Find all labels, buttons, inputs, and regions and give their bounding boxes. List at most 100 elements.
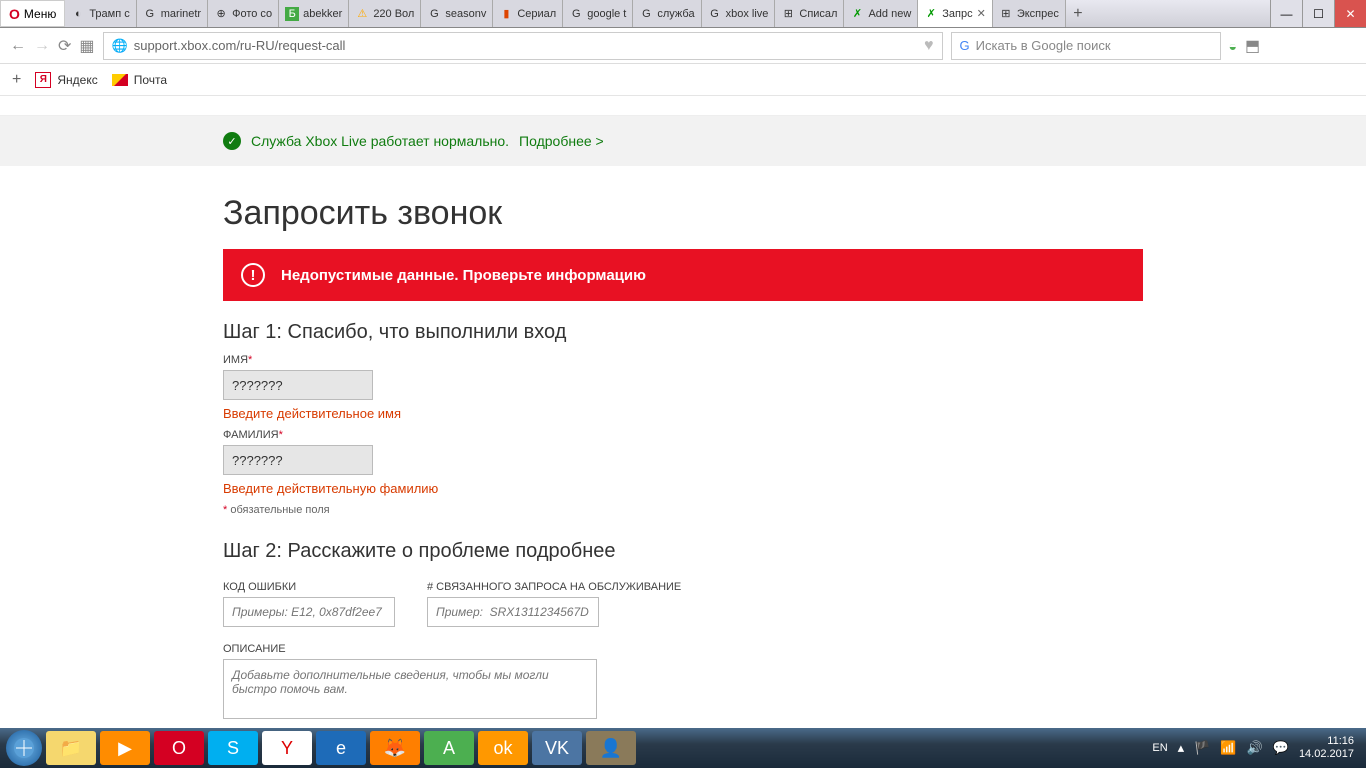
tab-8[interactable]: Gслужба xyxy=(633,0,701,27)
tab-13[interactable]: ⊞Экспрес xyxy=(993,0,1066,27)
favicon: G xyxy=(569,7,583,21)
tab-3[interactable]: Бabekker xyxy=(279,0,349,27)
close-window-button[interactable]: ✕ xyxy=(1334,0,1366,27)
taskbar-wmp[interactable]: ▶ xyxy=(100,731,150,765)
name-label: ИМЯ* xyxy=(223,354,1143,366)
taskbar-ok[interactable]: ok xyxy=(478,731,528,765)
page-title: Запросить звонок xyxy=(223,194,1143,233)
tab-5[interactable]: Gseasonv xyxy=(421,0,493,27)
back-button[interactable]: ← xyxy=(10,37,26,55)
tiles-icon[interactable]: ▦ xyxy=(79,36,94,56)
tab-6[interactable]: ▮Сериал xyxy=(493,0,563,27)
url-input[interactable]: 🌐 support.xbox.com/ru-RU/request-call ♥ xyxy=(103,32,943,60)
favicon: ✗ xyxy=(924,7,938,21)
shield-icon[interactable]: ◒ xyxy=(1229,38,1237,54)
reload-button[interactable]: ⟳ xyxy=(58,36,71,56)
tab-9[interactable]: Gxbox live xyxy=(702,0,776,27)
forward-button[interactable]: → xyxy=(34,37,50,55)
tab-7[interactable]: Ggoogle t xyxy=(563,0,633,27)
opera-logo-icon: O xyxy=(9,6,20,22)
menu-label: Меню xyxy=(24,7,56,21)
taskbar-firefox[interactable]: 🦊 xyxy=(370,731,420,765)
check-icon: ✓ xyxy=(223,132,241,150)
favicon: G xyxy=(708,7,722,21)
tab-4[interactable]: ⚠220 Вол xyxy=(349,0,421,27)
status-text: Служба Xbox Live работает нормально. xyxy=(251,133,509,149)
lang-indicator[interactable]: EN xyxy=(1152,742,1167,754)
service-status-bar: ✓ Служба Xbox Live работает нормально. П… xyxy=(0,116,1366,166)
address-bar-row: ← → ⟳ ▦ 🌐 support.xbox.com/ru-RU/request… xyxy=(0,28,1366,64)
tray-action-icon[interactable]: 💬 xyxy=(1273,740,1289,756)
windows-taskbar: 📁 ▶ O S Y e 🦊 A ok VK 👤 EN ▴ 🏴 📶 🔊 💬 11:… xyxy=(0,728,1366,768)
add-bookmark-button[interactable]: + xyxy=(12,71,21,89)
tab-12[interactable]: ✗Запрс xyxy=(918,0,993,27)
opera-menu-button[interactable]: O Меню xyxy=(0,0,65,27)
favicon: ⊕ xyxy=(214,7,228,21)
description-label: ОПИСАНИЕ xyxy=(223,643,1143,655)
url-text: support.xbox.com/ru-RU/request-call xyxy=(134,38,346,53)
new-tab-button[interactable]: + xyxy=(1066,0,1090,27)
mail-icon xyxy=(112,74,128,86)
taskbar-vk[interactable]: VK xyxy=(532,731,582,765)
surname-label: ФАМИЛИЯ* xyxy=(223,429,1143,441)
taskbar-explorer[interactable]: 📁 xyxy=(46,731,96,765)
tray-arrow-icon[interactable]: ▴ xyxy=(1178,740,1185,756)
favicon: G xyxy=(639,7,653,21)
name-input[interactable] xyxy=(223,370,373,400)
alert-message: Недопустимые данные. Проверьте информаци… xyxy=(281,267,646,284)
tab-11[interactable]: ✗Add new xyxy=(844,0,918,27)
status-details-link[interactable]: Подробнее > xyxy=(519,133,604,149)
surname-input[interactable] xyxy=(223,445,373,475)
required-note: * обязательные поля xyxy=(223,504,1143,516)
tab-10[interactable]: ⊞Списал xyxy=(775,0,844,27)
browser-tabs: ◐Трамп с Gmarinetr ⊕Фото со Бabekker ⚠22… xyxy=(65,0,1270,27)
service-request-label: # СВЯЗАННОГО ЗАПРОСА НА ОБСЛУЖИВАНИЕ xyxy=(427,581,681,593)
window-controls: — ☐ ✕ xyxy=(1270,0,1366,27)
tab-1[interactable]: Gmarinetr xyxy=(137,0,208,27)
yandex-icon: Я xyxy=(35,72,51,88)
taskbar-opera[interactable]: O xyxy=(154,731,204,765)
tray-network-icon[interactable]: 📶 xyxy=(1220,740,1236,756)
bookmark-yandex[interactable]: Я Яндекс xyxy=(35,72,97,88)
favicon: G xyxy=(143,7,157,21)
download-icon[interactable]: ⬒ xyxy=(1245,36,1260,56)
search-placeholder: Искать в Google поиск xyxy=(976,38,1111,53)
taskbar-ie[interactable]: e xyxy=(316,731,366,765)
search-input[interactable]: G Искать в Google поиск xyxy=(951,32,1221,60)
favicon: Б xyxy=(285,7,299,21)
step-1-heading: Шаг 1: Спасибо, что выполнили вход xyxy=(223,321,1143,344)
surname-error: Введите действительную фамилию xyxy=(223,481,1143,496)
description-textarea[interactable] xyxy=(223,659,597,719)
exclamation-icon: ! xyxy=(241,263,265,287)
taskbar-yandex[interactable]: Y xyxy=(262,731,312,765)
tab-0[interactable]: ◐Трамп с xyxy=(65,0,136,27)
favicon: ⊞ xyxy=(999,7,1013,21)
close-tab-icon[interactable] xyxy=(977,7,986,20)
taskbar-skype[interactable]: S xyxy=(208,731,258,765)
window-titlebar: O Меню ◐Трамп с Gmarinetr ⊕Фото со Бabek… xyxy=(0,0,1366,28)
name-error: Введите действительное имя xyxy=(223,406,1143,421)
service-request-input[interactable] xyxy=(427,597,599,627)
minimize-button[interactable]: — xyxy=(1270,0,1302,27)
error-code-input[interactable] xyxy=(223,597,395,627)
tab-2[interactable]: ⊕Фото со xyxy=(208,0,279,27)
google-g-icon: G xyxy=(960,38,970,53)
step-2-heading: Шаг 2: Расскажите о проблеме подробнее xyxy=(223,540,1143,563)
globe-icon: 🌐 xyxy=(112,38,128,54)
error-alert: ! Недопустимые данные. Проверьте информа… xyxy=(223,249,1143,301)
page-viewport[interactable]: ✓ Служба Xbox Live работает нормально. П… xyxy=(0,96,1366,722)
bookmark-mail[interactable]: Почта xyxy=(112,73,167,87)
start-button[interactable] xyxy=(6,730,42,766)
tray-volume-icon[interactable]: 🔊 xyxy=(1247,740,1263,756)
clock[interactable]: 11:16 14.02.2017 xyxy=(1299,735,1354,761)
favicon: ⊞ xyxy=(781,7,795,21)
bookmarks-bar: + Я Яндекс Почта xyxy=(0,64,1366,96)
system-tray: EN ▴ 🏴 📶 🔊 💬 11:16 14.02.2017 xyxy=(1152,735,1362,761)
maximize-button[interactable]: ☐ xyxy=(1302,0,1334,27)
tray-flag-icon[interactable]: 🏴 xyxy=(1194,740,1210,756)
favorite-icon[interactable]: ♥ xyxy=(924,37,934,55)
taskbar-amigo[interactable]: A xyxy=(424,731,474,765)
taskbar-app[interactable]: 👤 xyxy=(586,731,636,765)
favicon: ⚠ xyxy=(355,7,369,21)
favicon: ✗ xyxy=(850,7,864,21)
